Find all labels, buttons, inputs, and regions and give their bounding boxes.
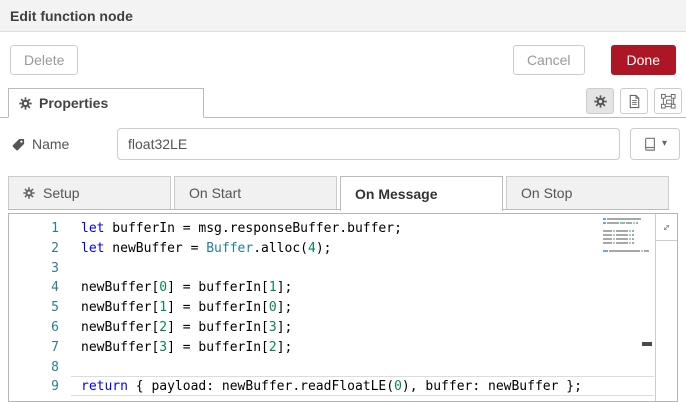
expand-icon bbox=[662, 221, 671, 234]
done-button[interactable]: Done bbox=[610, 45, 676, 75]
book-icon bbox=[643, 137, 657, 151]
cancel-button[interactable]: Cancel bbox=[512, 45, 585, 75]
tab-properties[interactable]: Properties bbox=[8, 88, 204, 118]
properties-gear-button[interactable] bbox=[586, 88, 614, 114]
code-lines[interactable]: let bufferIn = msg.responseBuffer.buffer… bbox=[81, 219, 597, 397]
tag-icon bbox=[12, 138, 25, 151]
line-numbers: 123456789 bbox=[51, 221, 59, 395]
tab-on-stop[interactable]: On Stop bbox=[506, 176, 669, 209]
tab-on-start-label: On Start bbox=[189, 185, 242, 201]
editor-minimap[interactable] bbox=[603, 218, 649, 254]
tab-on-message[interactable]: On Message bbox=[340, 176, 503, 211]
code-editor[interactable]: 123456789 let bufferIn = msg.responseBuf… bbox=[8, 213, 678, 402]
tab-on-message-label: On Message bbox=[355, 186, 438, 202]
chevron-down-icon: ▾ bbox=[661, 138, 668, 149]
gear-icon bbox=[594, 95, 607, 108]
dialog-button-row: Delete Cancel Done bbox=[0, 32, 686, 88]
delete-button[interactable]: Delete bbox=[10, 45, 79, 75]
name-input[interactable] bbox=[117, 128, 620, 160]
name-row: Name ▾ bbox=[0, 118, 686, 160]
dialog-header: Edit function node bbox=[0, 0, 686, 32]
properties-tab-bar: Properties bbox=[0, 88, 686, 118]
gear-icon bbox=[19, 97, 32, 110]
document-icon bbox=[627, 94, 642, 109]
tab-setup-label: Setup bbox=[43, 185, 80, 201]
tab-on-stop-label: On Stop bbox=[521, 185, 573, 201]
name-label: Name bbox=[12, 136, 117, 152]
expand-editor-button[interactable] bbox=[656, 214, 677, 241]
function-tabs: Setup On Start On Message On Stop bbox=[8, 176, 669, 211]
tab-on-start[interactable]: On Start bbox=[174, 176, 337, 209]
name-label-text: Name bbox=[32, 136, 70, 152]
overview-ruler-cursor-mark bbox=[642, 342, 652, 346]
dialog-title: Edit function node bbox=[10, 7, 133, 24]
node-appearance-icon bbox=[661, 94, 676, 109]
gear-icon bbox=[23, 187, 35, 199]
properties-icon-buttons bbox=[586, 88, 682, 114]
description-button[interactable] bbox=[620, 88, 648, 114]
library-dropdown-button[interactable]: ▾ bbox=[630, 128, 680, 160]
edit-function-node-dialog: Edit function node Delete Cancel Done Pr… bbox=[0, 0, 686, 402]
appearance-button[interactable] bbox=[654, 88, 682, 114]
tab-setup[interactable]: Setup bbox=[8, 176, 171, 209]
editor-right-strip bbox=[655, 214, 677, 401]
properties-tab-label: Properties bbox=[39, 95, 109, 111]
